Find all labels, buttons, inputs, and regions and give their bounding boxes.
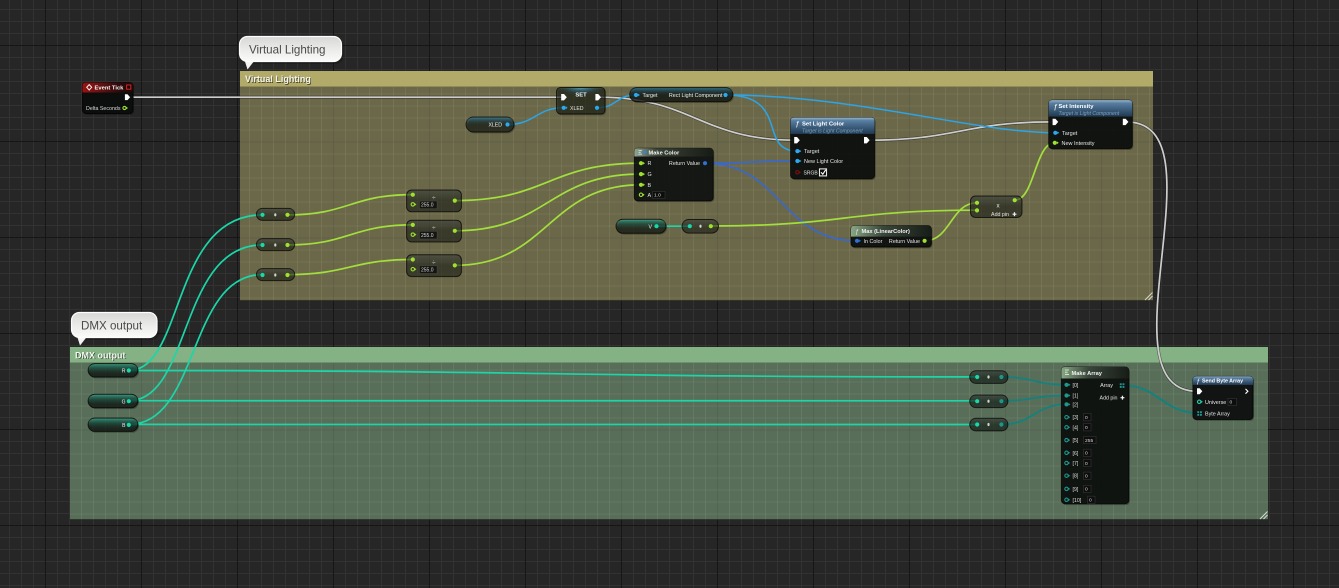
svg-text:[9]: [9] [1073, 487, 1079, 493]
svg-text:ƒ: ƒ [855, 228, 859, 235]
svg-text:SRGB: SRGB [804, 170, 819, 176]
svg-text:Target is Light Component: Target is Light Component [802, 129, 863, 135]
svg-text:Universe: Universe [1205, 400, 1226, 406]
svg-text:Virtual Lighting: Virtual Lighting [245, 74, 311, 84]
svg-text:R: R [648, 161, 652, 167]
svg-text:[5]: [5] [1073, 438, 1079, 444]
svg-text:÷: ÷ [432, 260, 436, 267]
svg-text:Set Intensity: Set Intensity [1059, 104, 1095, 110]
svg-text:[0]: [0] [1073, 383, 1079, 389]
svg-text:Add pin: Add pin [991, 212, 1009, 218]
svg-text:Max (LinearColor): Max (LinearColor) [862, 229, 910, 235]
svg-text:Byte Array: Byte Array [1205, 411, 1230, 417]
svg-text:0: 0 [1085, 474, 1088, 480]
svg-text:A: A [648, 193, 652, 199]
svg-text:Set Light Color: Set Light Color [802, 122, 845, 128]
svg-text:255: 255 [1085, 438, 1093, 444]
svg-text:DMX output: DMX output [75, 350, 125, 360]
svg-text:0: 0 [1085, 425, 1088, 431]
svg-text:255.0: 255.0 [421, 268, 434, 274]
svg-text:ƒ: ƒ [1053, 102, 1057, 111]
svg-text:R: R [122, 369, 126, 375]
svg-text:XLED: XLED [488, 123, 502, 129]
svg-text:New Intensity: New Intensity [1062, 141, 1095, 147]
svg-text:0: 0 [1085, 487, 1088, 493]
svg-text:Virtual Lighting: Virtual Lighting [249, 44, 326, 57]
svg-text:Target: Target [643, 93, 658, 99]
svg-text:[3]: [3] [1073, 415, 1079, 421]
svg-text:255.0: 255.0 [421, 203, 434, 209]
svg-text:[6]: [6] [1073, 451, 1079, 457]
svg-text:G: G [648, 172, 652, 178]
svg-text:0: 0 [1085, 461, 1088, 467]
svg-text:Event Tick: Event Tick [95, 85, 125, 91]
svg-text:SET: SET [575, 93, 587, 99]
svg-text:XLED: XLED [570, 106, 584, 112]
svg-text:Add pin: Add pin [1100, 395, 1118, 401]
svg-text:In Color: In Color [864, 239, 883, 245]
svg-text:[1]: [1] [1073, 394, 1079, 400]
svg-text:[2]: [2] [1073, 402, 1079, 408]
svg-text:New Light Color: New Light Color [804, 159, 843, 165]
svg-text:Target: Target [804, 149, 820, 155]
svg-text:Return Value: Return Value [889, 239, 920, 245]
svg-text:B: B [648, 183, 652, 189]
svg-text:1.0: 1.0 [654, 193, 661, 199]
svg-text:✚: ✚ [1120, 395, 1125, 401]
svg-text:[10]: [10] [1073, 498, 1082, 504]
svg-text:Target: Target [1062, 131, 1078, 137]
svg-text:[7]: [7] [1073, 461, 1079, 467]
svg-text:Rect Light Component: Rect Light Component [669, 93, 723, 99]
svg-text:Array: Array [1100, 383, 1113, 389]
svg-text:✚: ✚ [1012, 212, 1017, 218]
svg-text:[8]: [8] [1073, 474, 1079, 480]
svg-text:255.0: 255.0 [421, 233, 434, 239]
svg-text:Make Color: Make Color [649, 151, 680, 157]
svg-text:[4]: [4] [1073, 425, 1079, 431]
svg-text:G: G [122, 399, 126, 405]
svg-text:Make Array: Make Array [1072, 371, 1103, 377]
svg-text:0: 0 [1230, 400, 1233, 406]
svg-text:0: 0 [1089, 498, 1092, 504]
svg-text:0: 0 [1085, 451, 1088, 457]
svg-text:0: 0 [1085, 415, 1088, 421]
svg-text:Return Value: Return Value [669, 161, 700, 167]
svg-text:V: V [649, 224, 653, 230]
svg-text:÷: ÷ [432, 195, 436, 202]
svg-text:DMX output: DMX output [81, 320, 143, 333]
svg-text:Delta Seconds: Delta Seconds [86, 106, 121, 112]
svg-text:Target is Light Component: Target is Light Component [1059, 111, 1120, 117]
svg-text:ƒ: ƒ [1196, 378, 1200, 385]
svg-text:ƒ: ƒ [795, 119, 799, 128]
svg-text:Send Byte Array: Send Byte Array [1202, 379, 1243, 385]
svg-text:÷: ÷ [432, 225, 436, 232]
